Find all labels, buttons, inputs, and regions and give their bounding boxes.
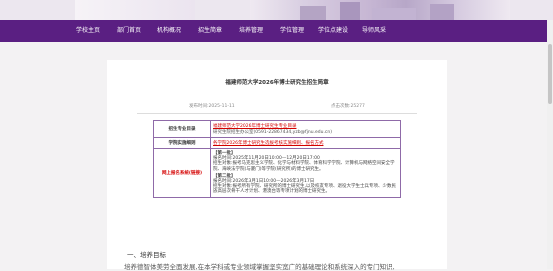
table-row: 学院实施细则 各学院2026年博士研究生选拔考核实施细则、报名方式 xyxy=(153,137,401,149)
batch-2-scope: 招生对象:报考所有学院、研究所的博士研究生,以及校友专项、退役大学生士兵专项、少… xyxy=(213,184,396,195)
nav-item-training[interactable]: 培养管理 xyxy=(239,20,263,42)
university-logo[interactable] xyxy=(75,0,195,20)
row-value-rules: 各学院2026年博士研究生选拔考核实施细则、报名方式 xyxy=(210,137,401,149)
info-table: 招生专业目录 福建师范大学2026年博士研究生专业目录 研究生院招生办公室(05… xyxy=(153,120,401,198)
table-row: 招生专业目录 福建师范大学2026年博士研究生专业目录 研究生院招生办公室(05… xyxy=(153,120,401,138)
section-heading: 一、培养目标 xyxy=(127,251,166,259)
section-paragraph: 培养德智体美劳全面发展,在本学科或专业领域掌握坚实宽广的基础理论和系统深入的专门… xyxy=(124,263,395,271)
registration-system-link[interactable]: 网上报名系统(链接) xyxy=(153,148,211,198)
nav-item-admissions[interactable]: 招生简章 xyxy=(198,20,222,42)
main-nav: 学校主页 部门首页 机构概况 招生简章 培养管理 学位管理 学位点建设 导师风采 xyxy=(0,20,553,42)
batch-2: 【第二批】 报名时间:2026年3月1日10:00—2026年3月17日 招生对… xyxy=(213,174,398,195)
view-count: 点击次数:25277 xyxy=(331,104,365,109)
nav-item-dept-home[interactable]: 部门首页 xyxy=(117,20,141,42)
header-banner xyxy=(0,0,553,20)
publish-date: 发布时间:2025-11-11 xyxy=(189,104,235,109)
building-shape xyxy=(340,2,360,20)
nav-item-degree[interactable]: 学位管理 xyxy=(280,20,304,42)
article-card: 福建师范大学2026年博士研究生招生简章 发布时间:2025-11-11 点击次… xyxy=(107,60,447,271)
nav-item-degree-program[interactable]: 学位点建设 xyxy=(318,20,348,42)
row-label-rules: 学院实施细则 xyxy=(153,137,211,149)
nav-item-school-home[interactable]: 学校主页 xyxy=(76,20,100,42)
rules-link[interactable]: 各学院2026年博士研究生选拔考核实施细则、报名方式 xyxy=(213,140,398,146)
building-shape xyxy=(430,4,454,20)
building-shape xyxy=(372,8,416,20)
table-row: 网上报名系统(链接) 【第一批】 报名时间:2025年11月20日10:00—1… xyxy=(153,148,401,198)
row-value-batches: 【第一批】 报名时间:2025年11月20日10:00—12月20日17:00 … xyxy=(210,148,401,198)
batch-1-scope: 招生对象:报考马克思主义学院、化学与材料学院、体育科学学院、计算机与网络空间安全… xyxy=(213,161,395,172)
nav-item-supervisors[interactable]: 导师风采 xyxy=(362,20,386,42)
nav-item-overview[interactable]: 机构概况 xyxy=(157,20,181,42)
row-value-catalog: 福建师范大学2026年博士研究生专业目录 研究生院招生办公室(0591-2286… xyxy=(210,120,401,138)
building-shape xyxy=(300,6,326,20)
scrollbar-thumb[interactable] xyxy=(548,44,552,104)
page-scrollbar[interactable] xyxy=(547,20,553,269)
contact-info: 研究生院招生办公室(0591-22867434,yzb@fjnu.edu.cn) xyxy=(213,130,333,135)
divider xyxy=(137,113,417,114)
row-label-catalog: 招生专业目录 xyxy=(153,120,211,138)
article-title: 福建师范大学2026年博士研究生招生简章 xyxy=(225,80,329,86)
batch-1: 【第一批】 报名时间:2025年11月20日10:00—12月20日17:00 … xyxy=(213,151,398,172)
